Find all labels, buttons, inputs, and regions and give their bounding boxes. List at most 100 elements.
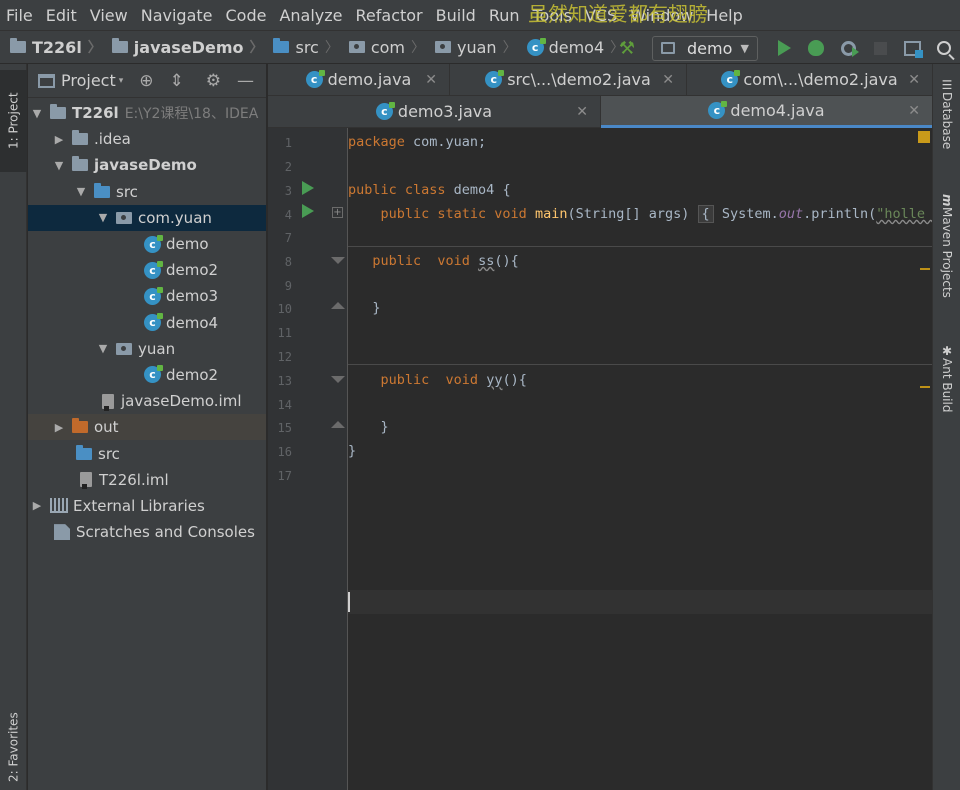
menu-view[interactable]: View: [90, 6, 128, 25]
expanded-arrow-icon[interactable]: ▼: [98, 342, 108, 355]
breadcrumb-yuan[interactable]: yuan 〉: [435, 37, 517, 57]
menu-run[interactable]: Run: [489, 6, 520, 25]
tab-demo-java[interactable]: c demo.java ✕: [268, 64, 450, 96]
project-view-icon: [38, 73, 55, 88]
tree-node-project-root[interactable]: ▼ T226l E:\Y2课程\18、IDEA: [28, 100, 266, 126]
run-gutter-icon[interactable]: [302, 204, 314, 218]
coverage-button[interactable]: [832, 33, 864, 63]
tree-node-demo2[interactable]: c demo2: [28, 257, 266, 283]
close-icon[interactable]: ✕: [908, 103, 920, 119]
tree-node-yuan[interactable]: ▼ yuan: [28, 336, 266, 362]
menu-window[interactable]: Window: [630, 6, 693, 25]
run-config-select[interactable]: demo ▼: [652, 35, 758, 61]
menu-tools[interactable]: Tools: [533, 6, 572, 25]
locate-icon[interactable]: ⊕: [139, 71, 153, 91]
ant-tool-tab[interactable]: ✱ Ant Build: [933, 340, 960, 430]
favorites-tool-tab[interactable]: 2: Favorites: [0, 704, 27, 790]
close-icon[interactable]: ✕: [576, 104, 588, 120]
close-icon[interactable]: ✕: [662, 72, 674, 88]
run-button[interactable]: [768, 33, 800, 63]
debug-button[interactable]: [800, 33, 832, 63]
fold-collapse-icon[interactable]: [331, 257, 345, 264]
breadcrumb-module[interactable]: javaseDemo 〉: [111, 37, 263, 57]
close-icon[interactable]: ✕: [425, 72, 437, 88]
database-tool-tab[interactable]: ☰ Database: [933, 74, 960, 164]
hide-panel-icon[interactable]: —: [237, 71, 254, 91]
tree-node-idea[interactable]: ▶ .idea: [28, 126, 266, 152]
fold-end-icon[interactable]: [331, 302, 345, 309]
tree-node-javasedemo[interactable]: ▼ javaseDemo: [28, 152, 266, 178]
collapsed-arrow-icon[interactable]: ▶: [54, 421, 64, 434]
menu-navigate[interactable]: Navigate: [141, 6, 213, 25]
menu-file[interactable]: File: [6, 6, 33, 25]
editor-tabs: c demo.java ✕ c src\...\demo2.java ✕ c com\..…: [268, 64, 932, 128]
close-icon[interactable]: ✕: [908, 72, 920, 88]
fold-expand-icon[interactable]: +: [332, 207, 343, 218]
menu-vcs[interactable]: VCS: [585, 6, 617, 25]
collapse-all-icon[interactable]: ⇕: [170, 71, 184, 91]
tree-node-external-libraries[interactable]: ▶ External Libraries: [28, 493, 266, 519]
fold-collapse-icon[interactable]: [331, 376, 345, 383]
tree-node-demo3[interactable]: c demo3: [28, 283, 266, 309]
project-structure-button[interactable]: [896, 33, 928, 63]
collapsed-arrow-icon[interactable]: ▶: [54, 133, 64, 146]
tab-demo4-java[interactable]: c demo4.java ✕: [601, 96, 932, 128]
collapsed-arrow-icon[interactable]: ▶: [32, 499, 42, 512]
menu-bar: File Edit View Navigate Code Analyze Ref…: [0, 0, 960, 30]
expanded-arrow-icon[interactable]: ▼: [98, 211, 108, 224]
tree-node-demo[interactable]: c demo: [28, 231, 266, 257]
menu-build[interactable]: Build: [436, 6, 476, 25]
tab-src-demo2-java[interactable]: c src\...\demo2.java ✕: [450, 64, 687, 96]
search-everywhere-button[interactable]: [928, 33, 960, 63]
menu-help[interactable]: Help: [706, 6, 742, 25]
tree-node-yuan-demo2[interactable]: c demo2: [28, 362, 266, 388]
fold-end-icon[interactable]: [331, 421, 345, 428]
class-icon: c: [144, 234, 163, 253]
warning-stripe-marker[interactable]: [920, 268, 930, 270]
menu-refactor[interactable]: Refactor: [356, 6, 423, 25]
breadcrumb-project[interactable]: T226l 〉: [10, 37, 102, 57]
stop-button[interactable]: [864, 33, 896, 63]
tree-node-javasedemo-iml[interactable]: javaseDemo.iml: [28, 388, 266, 414]
menu-edit[interactable]: Edit: [46, 6, 77, 25]
tree-node-com-yuan[interactable]: ▼ com.yuan: [28, 204, 266, 231]
expanded-arrow-icon[interactable]: ▼: [76, 185, 86, 198]
left-tool-strip: 1: Project 2: Favorites: [0, 64, 27, 790]
line-number: 7: [284, 231, 292, 245]
tree-node-out[interactable]: ▶ out: [28, 414, 266, 441]
build-hammer-icon[interactable]: ⚒: [616, 37, 638, 59]
gear-icon[interactable]: ⚙: [206, 71, 221, 91]
code-editor[interactable]: 1 2 3 4 7 8 9 10 11 12 13 14 15 16 17 + …: [268, 128, 949, 790]
breadcrumb-com[interactable]: com 〉: [348, 37, 425, 57]
run-gutter-icon[interactable]: [302, 181, 314, 195]
inspection-status-icon[interactable]: [918, 131, 930, 143]
line-number: 15: [277, 421, 292, 435]
folded-code-block[interactable]: {: [697, 205, 714, 223]
project-tool-tab[interactable]: 1: Project: [0, 70, 27, 172]
tree-node-src[interactable]: ▼ src: [28, 179, 266, 205]
chevron-down-icon[interactable]: ▾: [119, 76, 124, 86]
project-panel-header: Project ▾ ⊕ ⇕ ⚙ —: [28, 64, 266, 98]
menu-code[interactable]: Code: [226, 6, 267, 25]
tree-node-root-src[interactable]: src: [28, 440, 266, 466]
line-number: 11: [277, 326, 292, 340]
tree-node-t226l-iml[interactable]: T226l.iml: [28, 467, 266, 493]
tree-node-scratches[interactable]: Scratches and Consoles: [28, 519, 266, 545]
breadcrumb-demo4[interactable]: c demo4 〉: [526, 37, 624, 57]
expanded-arrow-icon[interactable]: ▼: [32, 107, 42, 120]
tab-demo3-java[interactable]: c demo3.java ✕: [268, 96, 601, 128]
iml-file-icon: [102, 393, 114, 411]
breadcrumb-src[interactable]: src 〉: [273, 37, 339, 57]
tree-node-demo4[interactable]: c demo4: [28, 310, 266, 336]
right-tool-strip: ☰ Database m Maven Projects ✱ Ant Build: [932, 64, 960, 790]
libraries-icon: [50, 498, 68, 514]
maven-tool-tab[interactable]: m Maven Projects: [933, 190, 960, 320]
menu-analyze[interactable]: Analyze: [279, 6, 342, 25]
line-number: 9: [284, 279, 292, 293]
project-tree: ▼ T226l E:\Y2课程\18、IDEA ▶ .idea ▼ javaseDemo…: [28, 98, 266, 545]
project-view-selector[interactable]: Project: [61, 71, 116, 90]
expanded-arrow-icon[interactable]: ▼: [54, 159, 64, 172]
chevron-down-icon: ▼: [740, 41, 749, 55]
tab-com-demo2-java[interactable]: c com\...\demo2.java ✕: [687, 64, 932, 96]
warning-stripe-marker[interactable]: [920, 386, 930, 388]
